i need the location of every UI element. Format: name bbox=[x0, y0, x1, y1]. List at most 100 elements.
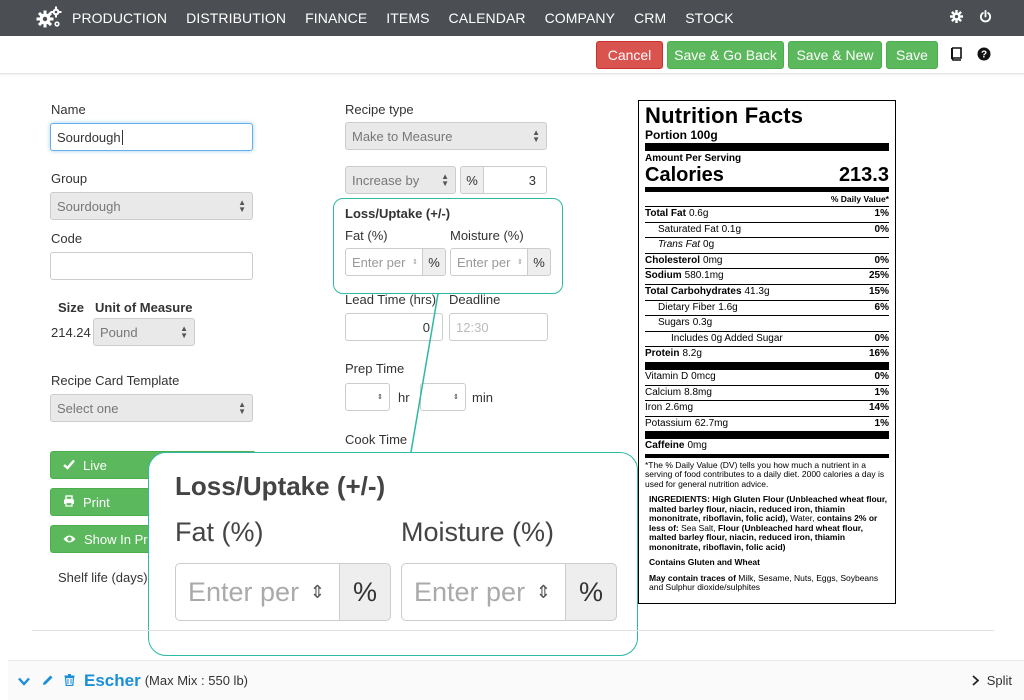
zoom-title: Loss/Uptake (+/-) bbox=[175, 471, 386, 501]
trash-icon[interactable] bbox=[64, 673, 75, 689]
code-input[interactable] bbox=[50, 252, 253, 280]
prep-time-label: Prep Time bbox=[345, 361, 405, 376]
nutrient-amount: 0.6g bbox=[688, 208, 709, 219]
min-label: min bbox=[472, 390, 493, 405]
size-value: 214.24 bbox=[51, 325, 91, 340]
nutrient-name: Protein bbox=[645, 348, 680, 360]
fat-input[interactable]: Enter per ⇕ bbox=[345, 248, 423, 276]
loss-uptake-title: Loss/Uptake (+/-) bbox=[345, 206, 451, 221]
nutrient-name: Vitamin D bbox=[645, 370, 689, 382]
nutrition-row-label: Iron 2.6mg bbox=[645, 401, 693, 416]
book-icon[interactable] bbox=[948, 46, 964, 62]
print-icon bbox=[63, 494, 75, 510]
check-icon bbox=[63, 458, 75, 473]
spinner-icon[interactable]: ⇕ bbox=[453, 393, 459, 401]
nutrition-row-label: Includes 0g Added Sugar bbox=[645, 332, 783, 347]
nutrient-name: Trans Fat bbox=[658, 239, 701, 251]
chevron-down-icon[interactable] bbox=[18, 673, 30, 689]
nutrition-facts-panel: Nutrition Facts Portion 100g Amount Per … bbox=[638, 100, 896, 604]
fat-percent-addon: % bbox=[422, 248, 446, 276]
save-button[interactable]: Save bbox=[886, 41, 938, 69]
save-new-button[interactable]: Save & New bbox=[788, 41, 882, 69]
zoom-fat-input: Enter per ⇕ bbox=[175, 563, 340, 621]
spinner-icon[interactable]: ⇕ bbox=[412, 258, 418, 266]
nav-stock[interactable]: STOCK bbox=[685, 10, 733, 26]
daily-value-header: % Daily Value* bbox=[645, 192, 889, 207]
nav-production[interactable]: PRODUCTION bbox=[72, 10, 167, 26]
zoom-moisture-input: Enter per ⇕ bbox=[401, 563, 566, 621]
uom-select[interactable]: Pound ▲ ▼ bbox=[93, 318, 195, 346]
text-cursor bbox=[121, 129, 123, 145]
power-icon[interactable] bbox=[979, 10, 992, 26]
increase-by-select[interactable]: Increase by ▲ ▼ bbox=[345, 166, 456, 194]
recipe-type-select[interactable]: Make to Measure ▲ ▼ bbox=[345, 122, 547, 150]
nutrition-row-label: Sodium 580.1mg bbox=[645, 269, 724, 284]
nutrient-name: Saturated Fat bbox=[658, 223, 719, 235]
callout-connector bbox=[410, 293, 439, 453]
increase-amount-input[interactable]: 3 bbox=[483, 166, 547, 194]
nutrition-row: Protein 8.2g 16% bbox=[645, 347, 889, 370]
nutrient-name: Caffeine bbox=[645, 440, 685, 452]
prep-hr-input[interactable]: ⇕ bbox=[345, 383, 390, 411]
name-input-value: Sourdough bbox=[57, 129, 121, 145]
nutrition-row-label: Cholesterol 0mg bbox=[645, 254, 722, 269]
mixer-name[interactable]: Escher bbox=[84, 671, 141, 691]
nutrition-row-label: Vitamin D 0mcg bbox=[645, 370, 716, 385]
nutrient-name: Dietary Fiber bbox=[658, 301, 716, 313]
save-go-back-button[interactable]: Save & Go Back bbox=[667, 41, 784, 69]
split-link[interactable]: Split bbox=[972, 673, 1012, 688]
deadline-input[interactable]: 12:30 bbox=[449, 313, 548, 341]
spinner-icon[interactable]: ⇕ bbox=[377, 393, 383, 401]
nutrient-name: Sugars bbox=[658, 317, 690, 329]
nutrient-daily-value: 0% bbox=[874, 332, 889, 344]
code-label: Code bbox=[51, 231, 83, 246]
moisture-input[interactable]: Enter per ⇕ bbox=[450, 248, 528, 276]
increase-by-value: Increase by bbox=[352, 172, 420, 188]
svg-text:?: ? bbox=[981, 50, 987, 61]
group-label: Group bbox=[51, 171, 88, 186]
recipe-card-select[interactable]: Select one ▲ ▼ bbox=[50, 394, 253, 422]
name-input[interactable]: Sourdough bbox=[50, 123, 253, 151]
nav-calendar[interactable]: CALENDAR bbox=[449, 10, 526, 26]
nutrition-row: Dietary Fiber 1.6g 6% bbox=[645, 301, 889, 317]
nutrition-contains: Contains Gluten and Wheat bbox=[649, 557, 760, 568]
nutrient-amount: 1.6g bbox=[718, 301, 738, 313]
help-icon[interactable]: ? bbox=[976, 46, 992, 62]
nav-distribution[interactable]: DISTRIBUTION bbox=[186, 10, 286, 26]
mixer-detail: (Max Mix : 550 lb) bbox=[144, 673, 249, 688]
nav-crm[interactable]: CRM bbox=[634, 10, 666, 26]
show-in-button-label: Show In Pr bbox=[84, 531, 148, 547]
nutrient-daily-value: 16% bbox=[868, 348, 889, 360]
split-label: Split bbox=[986, 673, 1012, 688]
gears-icon[interactable] bbox=[36, 5, 62, 31]
deadline-label: Deadline bbox=[449, 292, 501, 307]
group-select-value: Sourdough bbox=[57, 198, 121, 214]
pencil-icon[interactable] bbox=[42, 673, 54, 689]
gear-icon[interactable] bbox=[950, 10, 963, 26]
section-divider bbox=[32, 630, 994, 631]
nutrient-amount: 8.2g bbox=[682, 348, 702, 360]
nav-finance[interactable]: FINANCE bbox=[305, 10, 367, 26]
nutrition-may-contain: May contain traces of Milk, Sesame, Nuts… bbox=[645, 573, 889, 593]
nutrition-row: Saturated Fat 0.1g 0% bbox=[645, 223, 889, 239]
group-select[interactable]: Sourdough ▲ ▼ bbox=[50, 192, 253, 220]
nutrition-row-label: Protein 8.2g bbox=[645, 347, 702, 362]
nav-company[interactable]: COMPANY bbox=[545, 10, 615, 26]
nutrient-amount: 2.6mg bbox=[665, 402, 694, 414]
nutrition-row: Total Carbohydrates 41.3g 15% bbox=[645, 285, 889, 301]
nutrient-name: Includes 0g Added Sugar bbox=[671, 332, 783, 344]
nutrition-rows: Total Fat 0.6g 1% Saturated Fat 0.1g 0% Trans … bbox=[645, 207, 889, 458]
nutrient-amount: 41.3g bbox=[744, 285, 770, 297]
ingredients-salt: Sea Salt, bbox=[681, 522, 716, 533]
cancel-button[interactable]: Cancel bbox=[596, 41, 663, 69]
spinner-icon[interactable]: ⇕ bbox=[517, 258, 523, 266]
nutrition-row: Includes 0g Added Sugar 0% bbox=[645, 332, 889, 348]
nav-items[interactable]: ITEMS bbox=[386, 10, 429, 26]
shelf-life-label: Shelf life (days) bbox=[58, 570, 148, 585]
nutrient-name: Total Fat bbox=[645, 208, 686, 219]
nutrition-amount-per-serving: Amount Per Serving bbox=[645, 153, 742, 164]
moisture-input-placeholder: Enter per bbox=[457, 254, 511, 270]
moisture-label: Moisture (%) bbox=[450, 228, 524, 243]
nutrient-daily-value: 0% bbox=[874, 223, 889, 235]
nutrition-footnote: *The % Daily Value (DV) tells you how mu… bbox=[645, 459, 885, 489]
